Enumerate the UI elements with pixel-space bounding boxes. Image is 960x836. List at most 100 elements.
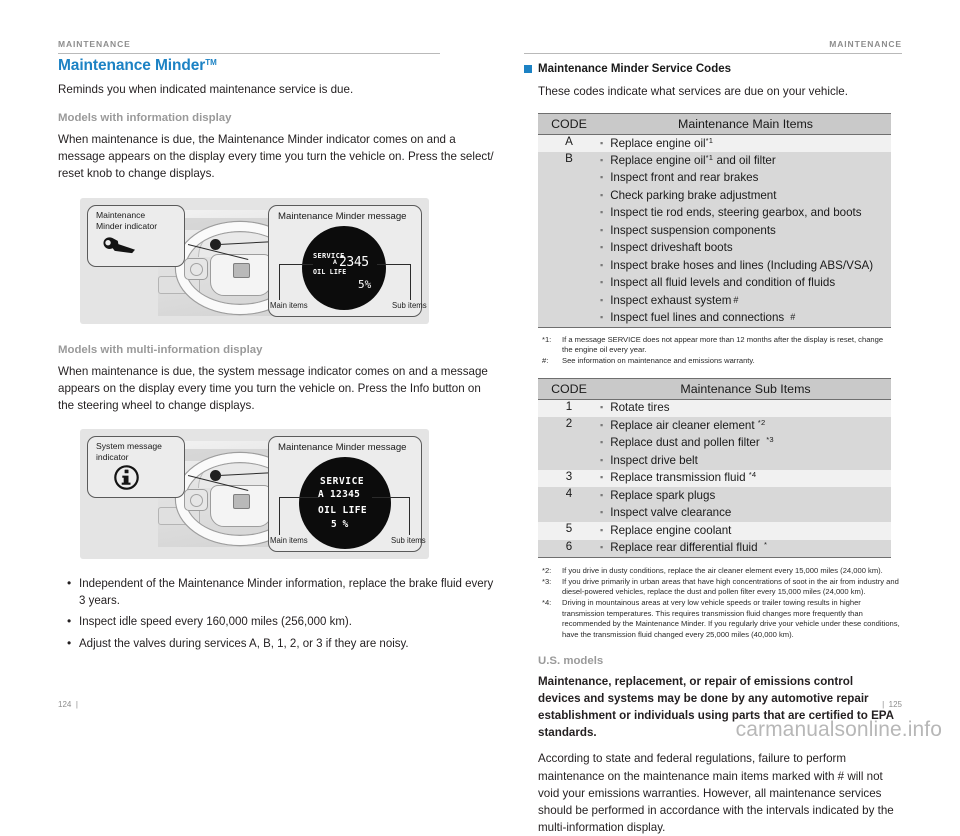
footnote-ref: *4 bbox=[748, 470, 757, 480]
maintenance-item: ▪ Replace air cleaner element *2 bbox=[600, 417, 891, 434]
wheel-button-left bbox=[184, 257, 208, 280]
row-items: ▪ Replace transmission fluid *4 bbox=[600, 469, 891, 488]
maintenance-item: ▪ Inspect tie rod ends, steering gearbox… bbox=[600, 205, 891, 222]
item-text: Replace engine oil*1 and oil filter bbox=[610, 152, 776, 167]
page-number-left: 124 bbox=[58, 700, 72, 709]
list-item: Inspect idle speed every 160,000 miles (… bbox=[66, 613, 498, 631]
item-bullet-icon: ▪ bbox=[600, 137, 604, 148]
table-row: 4 ▪ Replace spark plugs ▪ Inspect valve … bbox=[538, 487, 891, 523]
callout-label-1: Maintenance Minder indicator bbox=[96, 209, 158, 231]
maintenance-main-items-table: CODE Maintenance Main Items A ▪ Replace … bbox=[538, 113, 891, 329]
footnote-ref: *1 bbox=[705, 152, 714, 162]
callout-label-2: System message indicator bbox=[96, 440, 162, 462]
item-text: Inspect front and rear brakes bbox=[610, 171, 759, 185]
item-bullet-icon: ▪ bbox=[600, 312, 604, 323]
row-items: ▪ Replace rear differential fluid * bbox=[600, 539, 891, 558]
subhead-us-models: U.S. models bbox=[538, 655, 604, 668]
caption-leader-h-right-1 bbox=[377, 263, 411, 266]
blue-square-bullet-icon bbox=[524, 65, 532, 73]
item-text: Inspect all fluid levels and condition o… bbox=[610, 276, 836, 290]
row-items: ▪ Replace engine oil*1 and oil filter ▪ … bbox=[600, 152, 891, 329]
maintenance-item: ▪ Replace transmission fluid *4 bbox=[600, 470, 891, 487]
footnote: #: See information on maintenance and em… bbox=[542, 356, 894, 366]
steering-wheel-hub bbox=[210, 484, 272, 527]
maintenance-item: ▪ Inspect drive belt bbox=[600, 452, 891, 469]
table-header-row: CODE Maintenance Sub Items bbox=[538, 377, 891, 400]
footnote: *4: Driving in mountainous areas at very… bbox=[542, 598, 900, 640]
row-code: 2 bbox=[538, 417, 600, 470]
main-table-footnotes: *1: If a message SERVICE does not appear… bbox=[542, 335, 894, 367]
maintenance-item: ▪ Rotate tires bbox=[600, 400, 891, 417]
display-oil-value-1: 5% bbox=[358, 277, 372, 291]
maintenance-sub-items-table: CODE Maintenance Sub Items 1 ▪ Rotate ti… bbox=[538, 377, 891, 558]
display-code-line-2: A 12345 bbox=[318, 488, 361, 500]
item-text: Inspect tie rod ends, steering gearbox, … bbox=[610, 206, 862, 220]
footnote-text: Driving in mountainous areas at very low… bbox=[562, 598, 900, 639]
watermark: carmanualsonline.info bbox=[735, 718, 942, 741]
footnote-ref: *3 bbox=[766, 435, 774, 445]
item-bullet-icon: ▪ bbox=[600, 259, 604, 270]
item-bullet-icon: ▪ bbox=[600, 189, 604, 200]
brand-logo bbox=[233, 262, 250, 278]
item-text: Inspect valve clearance bbox=[610, 506, 732, 520]
left-column: Maintenance MinderTM Reminds you when in… bbox=[58, 57, 498, 658]
section-heading-text: Maintenance Minder Service Codes bbox=[538, 63, 732, 75]
maintenance-item: ▪ Replace rear differential fluid * bbox=[600, 540, 891, 557]
item-bullet-icon: ▪ bbox=[600, 472, 604, 483]
maintenance-item: ▪ Inspect all fluid levels and condition… bbox=[600, 275, 891, 292]
maintenance-item: ▪ Inspect front and rear brakes bbox=[600, 170, 891, 187]
notes-bullet-list: Independent of the Maintenance Minder in… bbox=[66, 575, 498, 653]
manual-page: MAINTENANCE MAINTENANCE Maintenance Mind… bbox=[0, 0, 960, 834]
item-bullet-icon: ▪ bbox=[600, 524, 604, 535]
caption-leader-v-right-2 bbox=[409, 496, 411, 535]
table-header-items: Maintenance Sub Items bbox=[600, 377, 891, 400]
section-intro-text: These codes indicate what services are d… bbox=[538, 85, 848, 98]
item-bullet-icon: ▪ bbox=[600, 172, 604, 183]
section-heading-service-codes: Maintenance Minder Service Codes bbox=[524, 63, 960, 75]
list-item: Independent of the Maintenance Minder in… bbox=[66, 575, 498, 609]
item-bullet-icon: ▪ bbox=[600, 419, 604, 430]
caption-leader-h-right-2 bbox=[372, 496, 410, 499]
display-disc-2 bbox=[299, 456, 391, 549]
item-bullet-icon: ▪ bbox=[600, 277, 604, 288]
figure-caption-sub-items-1: Sub items bbox=[392, 300, 427, 310]
emissions-marker: # bbox=[733, 294, 739, 305]
us-models-body: According to state and federal regulatio… bbox=[538, 752, 894, 834]
body-multi-information-display: When maintenance is due, the system mess… bbox=[58, 364, 488, 412]
display-service-label-2: SERVICE bbox=[320, 475, 365, 487]
figure-multi-information-display: System message indicator Maintenance Min… bbox=[80, 428, 429, 559]
figure-display-title-1: Maintenance Minder message bbox=[278, 210, 407, 222]
item-bullet-icon: ▪ bbox=[600, 507, 604, 518]
maintenance-item: ▪ Replace dust and pollen filter *3 bbox=[600, 435, 891, 452]
display-oil-label-1: OIL LIFE bbox=[313, 267, 347, 276]
maintenance-item: ▪ Replace spark plugs bbox=[600, 487, 891, 504]
footnote: *3: If you drive primarily in urban area… bbox=[542, 577, 900, 598]
item-text: Replace engine coolant bbox=[610, 523, 732, 537]
row-code: A bbox=[538, 134, 600, 153]
item-bullet-icon: ▪ bbox=[600, 489, 604, 500]
caption-leader-h-left-1 bbox=[279, 263, 313, 266]
maintenance-item: ▪ Replace engine oil*1 and oil filter bbox=[600, 152, 891, 169]
maintenance-item: ▪ Inspect driveshaft boots bbox=[600, 240, 891, 257]
item-bullet-icon: ▪ bbox=[600, 242, 604, 253]
caption-leader-v-left-2 bbox=[279, 496, 281, 535]
footnote-key: #: bbox=[542, 356, 549, 366]
item-text: Replace air cleaner element *2 bbox=[610, 417, 766, 432]
list-item: Adjust the valves during services A, B, … bbox=[66, 635, 498, 653]
table-row: 5 ▪ Replace engine coolant bbox=[538, 522, 891, 540]
footnote-key: *2: bbox=[542, 566, 552, 575]
maintenance-item: ▪ Inspect fuel lines and connections # bbox=[600, 310, 891, 327]
caption-leader-v-left-1 bbox=[279, 263, 281, 300]
header-rule-right bbox=[524, 53, 902, 54]
table-row: 3 ▪ Replace transmission fluid *4 bbox=[538, 469, 891, 488]
figure-caption-main-items-2: Main items bbox=[270, 535, 308, 545]
display-oil-value-2: 5 % bbox=[331, 518, 349, 530]
folio-bar-right: | bbox=[882, 700, 885, 709]
steering-wheel-hub bbox=[210, 253, 272, 296]
item-text: Replace rear differential fluid * bbox=[610, 540, 768, 555]
maintenance-item: ▪ Inspect exhaust system # bbox=[600, 292, 891, 309]
row-items: ▪ Rotate tires bbox=[600, 399, 891, 418]
row-code: B bbox=[538, 152, 600, 329]
footnote: *2: If you drive in dusty conditions, re… bbox=[542, 566, 900, 576]
table-header-code: CODE bbox=[538, 113, 600, 136]
